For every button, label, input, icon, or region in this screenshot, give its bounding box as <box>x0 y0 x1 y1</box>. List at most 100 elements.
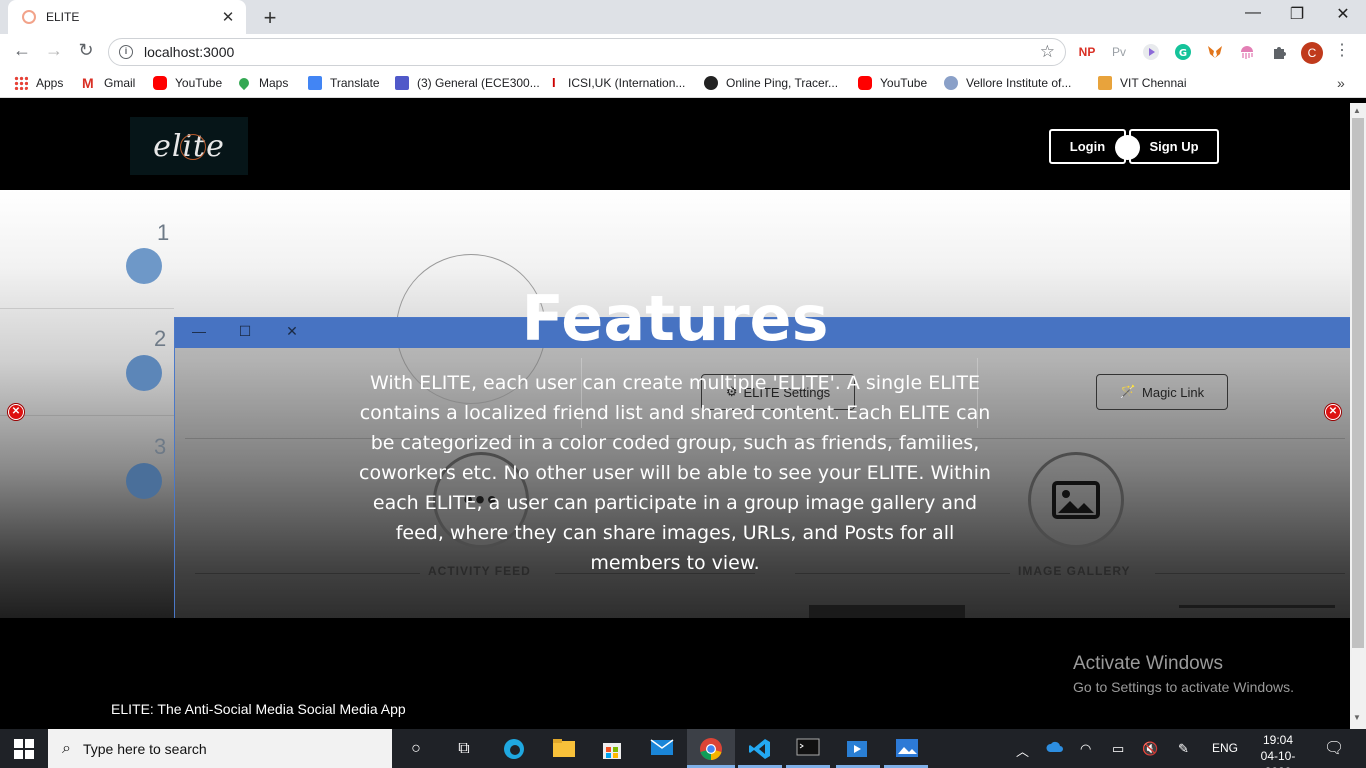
address-bar[interactable]: i localhost:3000 ☆ <box>108 38 1066 66</box>
clock-date: 04-10-2020 <box>1260 749 1296 768</box>
page-scrollbar[interactable]: ▲ ▼ <box>1350 103 1366 729</box>
bookmark-star-icon[interactable]: ☆ <box>1040 42 1055 62</box>
bookmark-label: Vellore Institute of... <box>966 76 1072 90</box>
scroll-down-arrow-icon[interactable]: ▼ <box>1353 713 1361 722</box>
show-hidden-icons-chevron-icon[interactable]: ︿ <box>1016 741 1029 760</box>
taskbar-search-box[interactable]: ⌕ Type here to search <box>48 729 392 768</box>
restore-window-button[interactable]: ❐ <box>1274 4 1320 24</box>
system-clock[interactable]: 19:04 04-10-2020 <box>1248 732 1308 768</box>
penguin-icon <box>704 76 718 90</box>
site-info-icon[interactable]: i <box>119 45 133 59</box>
search-icon: ⌕ <box>62 739 71 757</box>
apps-grid-icon <box>14 76 28 90</box>
tab-elite[interactable]: ELITE ✕ <box>8 0 246 34</box>
activate-windows-subtitle: Go to Settings to activate Windows. <box>1073 679 1294 695</box>
file-explorer-icon[interactable] <box>552 737 576 761</box>
features-heading: Features <box>521 282 829 355</box>
svg-text:G: G <box>1179 48 1187 59</box>
step-dot <box>126 463 162 499</box>
vscode-icon[interactable] <box>748 737 772 761</box>
volume-muted-icon[interactable]: 🔇 <box>1142 741 1158 757</box>
task-view-icon[interactable]: ⧉ <box>452 737 476 761</box>
bookmark-icsi[interactable]: I ICSI,UK (Internation... <box>552 75 686 91</box>
toggle-knob[interactable] <box>1115 135 1140 160</box>
pen-icon[interactable]: ✎ <box>1178 741 1189 757</box>
bookmark-label: ICSI,UK (Internation... <box>568 76 686 90</box>
divider <box>0 415 174 416</box>
elite-logo[interactable]: elite <box>130 117 248 175</box>
windows-start-icon[interactable] <box>14 739 34 759</box>
bookmark-vit-chennai[interactable]: VIT Chennai <box>1098 76 1187 90</box>
forward-arrow-icon[interactable]: → <box>42 40 66 61</box>
site-navbar: elite Login Sign Up <box>0 103 1350 190</box>
photos-icon[interactable] <box>895 737 919 761</box>
bookmark-label: (3) General (ECE300... <box>417 76 540 90</box>
chrome-icon[interactable] <box>699 737 723 761</box>
jellyfish-extension-icon[interactable] <box>1238 43 1256 61</box>
logo-ring-icon <box>180 134 206 160</box>
browser-toolbar: ← → ↻ i localhost:3000 ☆ NP Pv G C ⋮ <box>0 34 1366 70</box>
bookmark-apps[interactable]: Apps <box>14 76 63 90</box>
notifications-icon[interactable]: 🗨 <box>1324 738 1344 758</box>
bookmarks-overflow-chevron-icon[interactable]: » <box>1337 75 1345 91</box>
cortana-icon[interactable]: ○ <box>404 737 428 761</box>
bookmark-vellore[interactable]: Vellore Institute of... <box>944 76 1071 90</box>
reload-icon[interactable]: ↻ <box>74 40 98 61</box>
web-page: elite Login Sign Up 1 2 3 — ☐ ✕ ⚙ ELITE … <box>0 103 1350 729</box>
new-tab-button[interactable]: + <box>260 5 280 31</box>
magic-wand-icon: 🪄 <box>1119 384 1137 399</box>
step-dot <box>126 355 162 391</box>
windows-taskbar: ⌕ Type here to search ○ ⧉ ︿ ◠ ▭ 🔇 ✎ ENG <box>0 729 1366 768</box>
edge-browser-icon[interactable] <box>502 737 526 761</box>
vit-chennai-icon <box>1098 76 1112 90</box>
scroll-up-arrow-icon[interactable]: ▲ <box>1353 106 1361 115</box>
features-section: 1 2 3 — ☐ ✕ ⚙ ELITE Settings 🪄 Magic Lin… <box>0 190 1350 618</box>
icsi-icon: I <box>552 75 556 90</box>
extensions-puzzle-icon[interactable] <box>1270 43 1288 61</box>
bookmark-youtube[interactable]: YouTube <box>153 76 222 90</box>
signup-button[interactable]: Sign Up <box>1129 129 1219 164</box>
youtube-icon <box>153 76 167 90</box>
terminal-icon[interactable] <box>796 737 820 761</box>
bookmark-translate[interactable]: Translate <box>308 76 380 90</box>
bookmark-gmail[interactable]: M Gmail <box>82 76 135 90</box>
bookmark-label: Online Ping, Tracer... <box>726 76 839 90</box>
mock-divider <box>1155 573 1345 574</box>
metamask-fox-icon[interactable] <box>1206 43 1224 61</box>
battery-icon[interactable]: ▭ <box>1112 741 1124 757</box>
elite-favicon-icon <box>22 10 36 24</box>
gallery-thumbnail <box>809 605 965 618</box>
profile-avatar[interactable]: C <box>1301 42 1323 64</box>
extension-np-icon[interactable]: NP <box>1078 43 1096 61</box>
bookmark-youtube-2[interactable]: YouTube <box>858 76 927 90</box>
chrome-menu-icon[interactable]: ⋮ <box>1334 40 1350 60</box>
minimize-window-button[interactable]: — <box>1230 4 1276 22</box>
bookmark-label: Apps <box>36 76 64 90</box>
grammarly-icon[interactable]: G <box>1174 43 1192 61</box>
close-icon[interactable]: ✕ <box>1325 404 1341 420</box>
back-arrow-icon[interactable]: ← <box>10 40 34 61</box>
microsoft-store-icon[interactable] <box>600 737 624 761</box>
extension-play-icon[interactable] <box>1142 43 1160 61</box>
scroll-thumb[interactable] <box>1352 118 1364 648</box>
teams-icon <box>395 76 409 90</box>
bookmark-online-ping[interactable]: Online Ping, Tracer... <box>704 76 838 90</box>
image-icon <box>1052 481 1100 519</box>
browser-tab-strip: ELITE ✕ + — ❐ ✕ <box>0 0 1366 34</box>
mail-icon[interactable] <box>650 737 674 761</box>
bookmark-label: YouTube <box>880 76 928 90</box>
bookmark-teams-general[interactable]: (3) General (ECE300... <box>395 76 540 90</box>
magic-link-button: 🪄 Magic Link <box>1096 374 1228 410</box>
translate-icon <box>308 76 322 90</box>
extension-pv-icon[interactable]: Pv <box>1110 43 1128 61</box>
close-icon[interactable]: ✕ <box>8 404 24 420</box>
language-indicator[interactable]: ENG <box>1212 741 1238 755</box>
bookmark-maps[interactable]: Maps <box>236 75 288 91</box>
close-window-button[interactable]: ✕ <box>1320 4 1366 24</box>
tab-close-icon[interactable]: ✕ <box>220 8 236 26</box>
youtube-icon <box>858 76 872 90</box>
video-player-icon[interactable] <box>846 737 870 761</box>
onedrive-cloud-icon[interactable] <box>1046 741 1064 756</box>
wifi-icon[interactable]: ◠ <box>1080 741 1091 757</box>
magic-link-label: Magic Link <box>1142 384 1205 400</box>
